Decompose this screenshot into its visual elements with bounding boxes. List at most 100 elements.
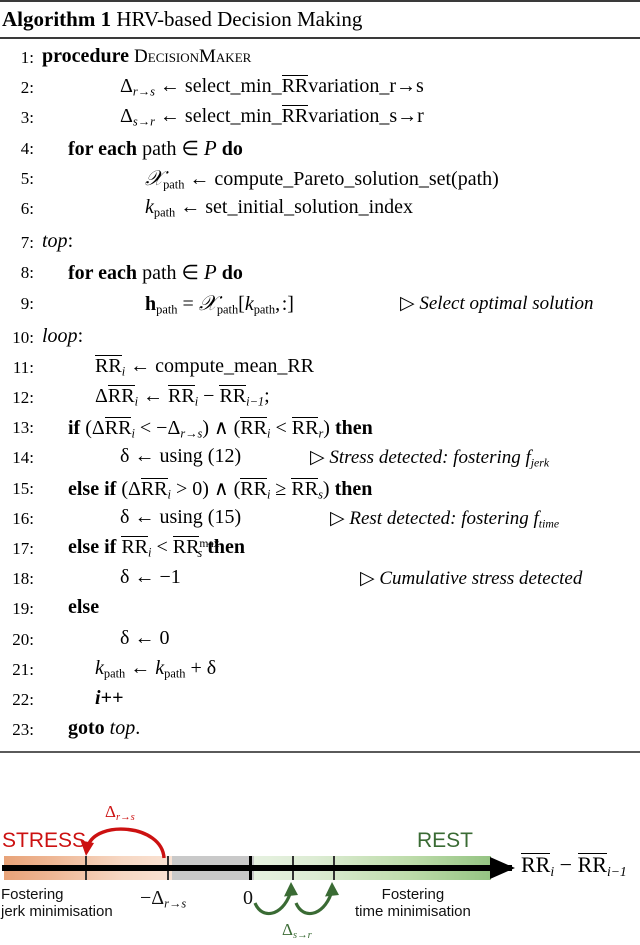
line-number: 2: xyxy=(20,78,34,98)
right-caption: Fostering time minimisation xyxy=(355,886,471,920)
kw-do: do xyxy=(221,137,243,160)
rr-overline: RR xyxy=(107,385,135,408)
algorithm-label: Algorithm 1 xyxy=(2,7,112,31)
algorithm-line: 2: Δr→s ← select_min_RRvariation_r→s xyxy=(0,73,640,103)
left-caption-line-2: jerk minimisation xyxy=(1,903,113,920)
line-code: for each path ∈ P do xyxy=(68,136,243,161)
fn-using15: using (15) xyxy=(159,505,242,528)
line-code: ΔRRi ← RRi − RRi−1; xyxy=(95,385,270,409)
comment-text: Cumulative stress detected xyxy=(379,568,583,590)
rr-overline: RR xyxy=(104,417,132,440)
set-X: 𝒳 xyxy=(198,290,217,315)
right-caption-line-1: Fostering xyxy=(381,886,445,903)
line-code: if (ΔRRi < −Δr→s) ∧ (RRi < RRr) then xyxy=(68,417,373,441)
assign-arrow: ← xyxy=(189,167,210,190)
line-number: 23: xyxy=(12,720,34,740)
assign-arrow: ← xyxy=(134,445,155,468)
line-number: 15: xyxy=(12,478,34,498)
algorithm-line: 12: ΔRRi ← RRi − RRi−1; xyxy=(0,383,640,413)
f-time-sub: time xyxy=(538,517,560,531)
set-P: P xyxy=(203,260,217,285)
assign-arrow: ← xyxy=(134,626,155,649)
sub-s: s xyxy=(197,545,203,560)
algorithm-line: 6: kpath ← set_initial_solution_index xyxy=(0,194,640,224)
algorithm-line: 14: δ ← using (12) ▷ Stress detected: fo… xyxy=(0,443,640,473)
comment-marker: ▷ xyxy=(310,447,325,469)
line-code: goto top. xyxy=(68,717,140,740)
algorithm-line: 22: i++ xyxy=(0,685,640,715)
kw-if: if xyxy=(68,417,81,440)
rr-overline: RR xyxy=(172,536,200,558)
line-number: 1: xyxy=(20,48,34,67)
kw-then: then xyxy=(207,536,246,558)
line-number: 10: xyxy=(12,327,34,347)
line-comment: ▷ Rest detected: fostering ftime xyxy=(330,507,559,531)
axis-variable-label: RRi − RRi−1 xyxy=(521,852,627,879)
counter-increment: i++ xyxy=(95,686,124,709)
line-comment: ▷ Select optimal solution xyxy=(400,292,594,315)
sub-path: path xyxy=(164,666,186,681)
sub-sr: s→r xyxy=(132,114,155,129)
line-code: δ ← using (12) xyxy=(120,445,242,468)
sub-rs: r→s xyxy=(132,84,155,99)
rr-overline: RR xyxy=(240,477,267,500)
line-code: Δs→r ← select_min_RRvariation_s→r xyxy=(120,105,424,129)
left-caption: Fostering jerk minimisation xyxy=(1,886,113,920)
green-transition-arc-1 xyxy=(253,893,292,916)
kw-for-each: for each xyxy=(68,262,138,285)
line-number: 21: xyxy=(12,659,34,679)
kw-then: then xyxy=(334,417,373,440)
line-number: 18: xyxy=(12,569,34,589)
right-caption-line-2: time minimisation xyxy=(355,903,471,920)
rr-overline: RR xyxy=(121,536,148,558)
line-code: else if (ΔRRi > 0) ∧ (RRi ≥ RRs) then xyxy=(68,477,373,502)
tick-label-neg-delta: −Δr→s xyxy=(140,887,187,911)
f-jerk-sub: jerk xyxy=(530,456,550,470)
green-arrow-head-icon-1 xyxy=(284,882,298,897)
algorithm-block: Algorithm 1 HRV-based Decision Making 1:… xyxy=(0,0,640,754)
sub-rs: r→s xyxy=(180,426,203,441)
kw-for-each: for each xyxy=(68,137,138,160)
line-code: δ ← using (15) xyxy=(120,505,242,528)
set-X: 𝒳 xyxy=(145,165,164,190)
algorithm-line: 8: for each path ∈ P do xyxy=(0,258,640,288)
fn-compute-mean: compute_mean_RR xyxy=(155,354,314,377)
label-loop: loop xyxy=(42,324,78,347)
line-code: else xyxy=(68,596,99,619)
line-number: 7: xyxy=(20,233,34,253)
kw-else: else xyxy=(68,596,100,619)
algorithm-line: 7: top: xyxy=(0,228,640,258)
line-code: top: xyxy=(42,230,74,253)
algorithm-line: 15: else if (ΔRRi > 0) ∧ (RRi ≥ RRs) the… xyxy=(0,474,640,504)
algorithm-line: 10: loop: xyxy=(0,323,640,353)
kw-path: path xyxy=(142,137,177,160)
fn-variation-sr: variation_s→r xyxy=(308,105,424,128)
kw-then: then xyxy=(334,477,373,500)
kw-goto: goto xyxy=(68,717,105,740)
line-number: 9: xyxy=(20,293,34,313)
value-minus-one: −1 xyxy=(159,566,181,589)
algorithm-title: Algorithm 1 HRV-based Decision Making xyxy=(0,2,640,37)
label-top: top xyxy=(109,717,136,740)
line-number: 4: xyxy=(20,138,34,158)
line-number: 5: xyxy=(20,168,34,188)
algorithm-line: 13: if (ΔRRi < −Δr→s) ∧ (RRi < RRr) then xyxy=(0,413,640,443)
fn-using12: using (12) xyxy=(159,445,242,468)
line-code: i++ xyxy=(95,687,123,710)
algorithm-title-text: HRV-based Decision Making xyxy=(116,7,363,31)
period: . xyxy=(135,717,141,740)
line-code: hpath = 𝒳path[kpath, :] xyxy=(145,290,294,316)
algorithm-line: 11: RRi ← compute_mean_RR xyxy=(0,353,640,383)
kw-in: ∈ xyxy=(181,262,199,285)
comment-text: Rest detected: fostering xyxy=(349,507,529,529)
sub-i: i xyxy=(194,394,199,409)
algorithm-line: 21: kpath ← kpath + δ xyxy=(0,655,640,685)
line-number: 20: xyxy=(12,629,34,649)
algorithm-line: 4: for each path ∈ P do xyxy=(0,134,640,164)
rr-overline: RR xyxy=(240,417,268,440)
line-code: kpath ← set_initial_solution_index xyxy=(145,195,413,220)
line-code: else if RRi < RRmaxs then xyxy=(68,536,246,560)
line-number: 17: xyxy=(12,539,34,558)
assign-arrow: ← xyxy=(130,354,151,377)
proc-name: DecisionMaker xyxy=(134,46,252,67)
